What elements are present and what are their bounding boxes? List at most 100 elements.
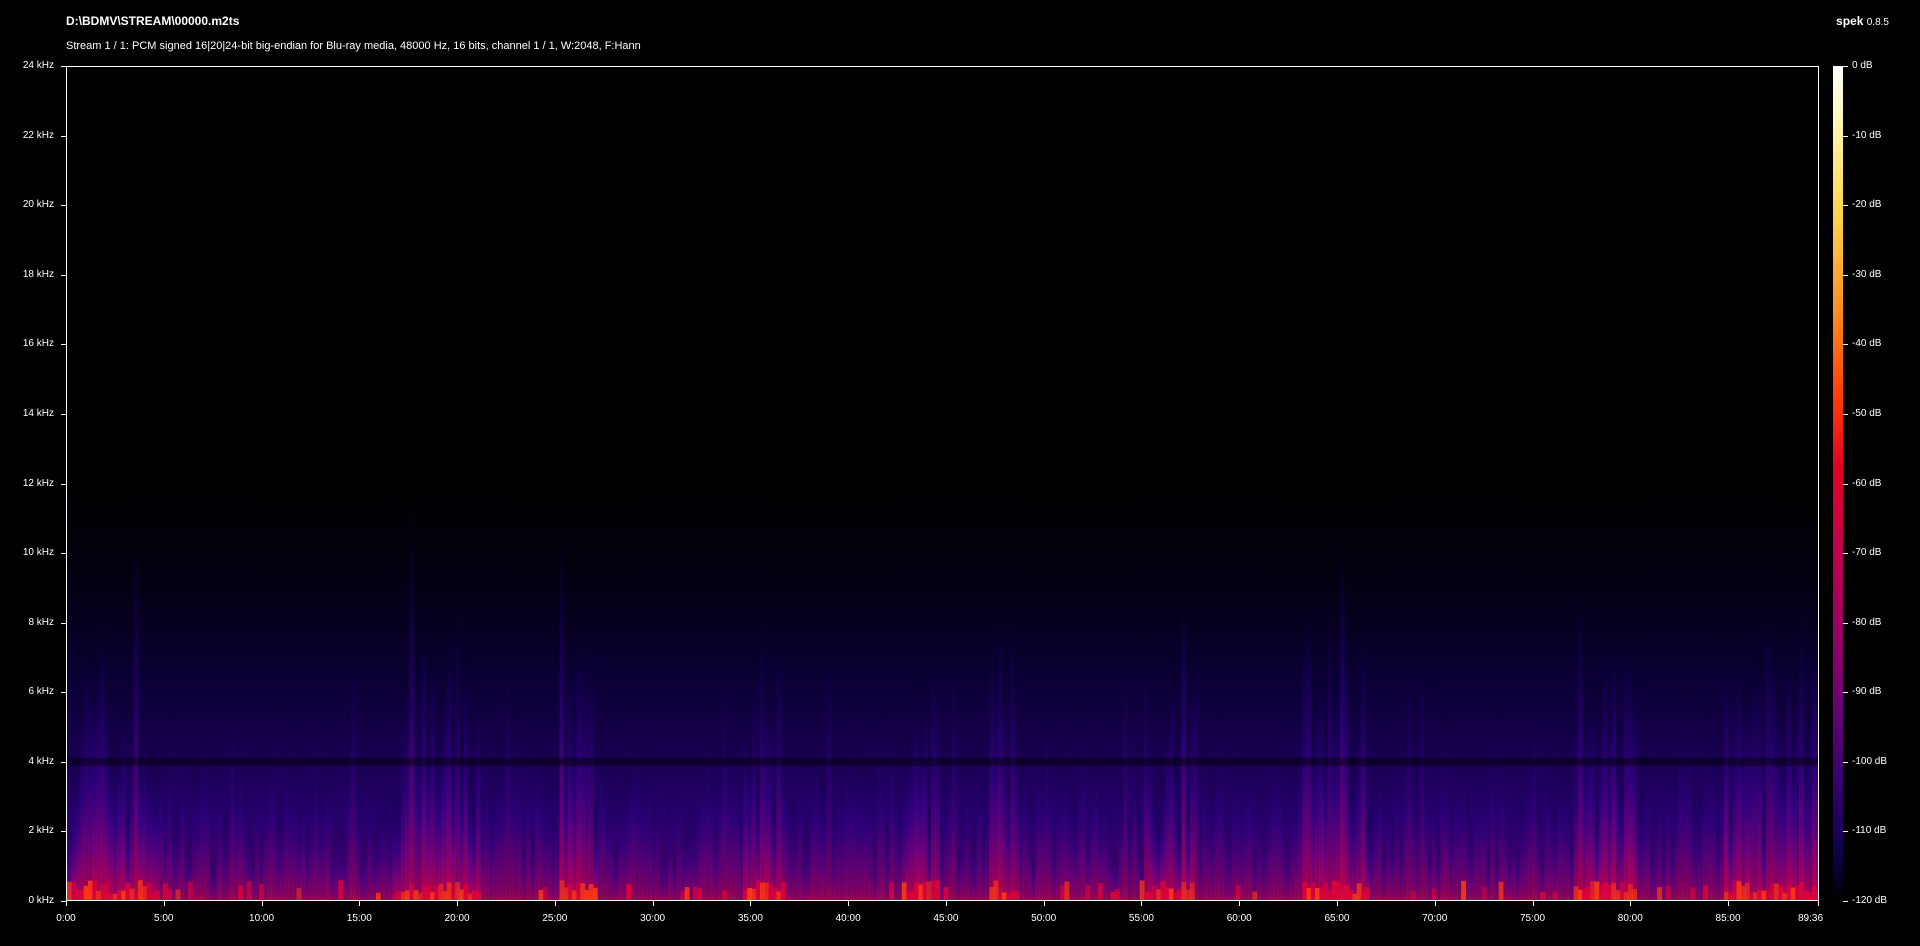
- spectrogram-lowfreq-hot: [943, 887, 949, 900]
- spectrogram-lowfreq-hot: [1724, 892, 1729, 900]
- y-tick-label: 10 kHz: [22, 547, 54, 559]
- spectrogram-column: [100, 594, 106, 900]
- spectrogram-lowfreq-hot: [926, 881, 932, 900]
- x-tick-label: 89:36: [1797, 913, 1824, 924]
- spectrogram-column: [488, 782, 494, 900]
- spectrogram-column: [400, 674, 406, 900]
- spectrogram-lowfreq-hot: [1143, 892, 1149, 900]
- spectrogram-column: [1640, 773, 1646, 900]
- colorbar-tick-label: -60 dB: [1852, 477, 1882, 489]
- spectrogram-column: [1557, 742, 1562, 900]
- spectrogram-column: [534, 705, 540, 900]
- spectrogram-column: [1006, 771, 1011, 900]
- spectrogram-plot[interactable]: [66, 66, 1819, 901]
- spectrogram-column: [1565, 767, 1571, 900]
- spectrogram-lowfreq-hot: [1732, 880, 1738, 900]
- x-tick-mark: [457, 901, 458, 906]
- spectrogram-column: [609, 775, 615, 900]
- spectrogram-lowfreq-hot: [154, 890, 160, 900]
- spectrogram-column: [154, 759, 160, 900]
- spectrogram-column: [1477, 747, 1483, 900]
- spectrogram-column: [597, 717, 602, 900]
- spectrogram-lowfreq-hot: [1753, 892, 1758, 900]
- spectrogram-lowfreq-hot: [1619, 882, 1625, 900]
- spectrogram-column: [346, 711, 352, 900]
- spectrogram-lowfreq-hot: [1235, 885, 1241, 900]
- spectrogram-column: [334, 817, 339, 900]
- y-tick-label: 4 kHz: [28, 755, 54, 767]
- spectrogram-column: [288, 755, 293, 900]
- spectrogram-column: [935, 656, 940, 900]
- spectrogram-lowfreq-hot: [163, 883, 168, 900]
- spectrogram-lowfreq-hot: [1552, 891, 1558, 900]
- x-tick-label: 15:00: [346, 913, 372, 924]
- x-tick-mark: [1435, 901, 1436, 906]
- spectrogram-notch-band: [67, 757, 1818, 766]
- spectrogram-column: [108, 726, 114, 900]
- spectrogram-column: [868, 753, 874, 900]
- x-tick-label: 40:00: [835, 913, 861, 924]
- spectrogram-column: [221, 812, 227, 900]
- spectrogram-column: [513, 713, 519, 900]
- spectrogram-column: [705, 702, 711, 900]
- spectrogram-lowfreq-hot: [572, 890, 577, 900]
- spectrogram-lowfreq-hot: [1778, 885, 1784, 900]
- spectrogram-lowfreq-hot: [1736, 881, 1742, 900]
- spectrogram-lowfreq-hot: [129, 888, 135, 900]
- colorbar-tick-mark: [1843, 414, 1848, 415]
- spectrogram-column: [200, 715, 206, 900]
- spectrogram-column: [1306, 567, 1312, 900]
- spectrogram-lowfreq-hot: [125, 882, 131, 900]
- spectrogram-column: [655, 752, 661, 900]
- x-tick-label: 60:00: [1226, 913, 1252, 924]
- spectrogram-lowfreq-hot: [100, 884, 106, 900]
- colorbar-tick-mark: [1843, 136, 1848, 137]
- spectrogram-column: [1302, 589, 1308, 900]
- spectrogram-lowfreq-hot: [108, 893, 114, 900]
- spectrogram-column: [918, 704, 924, 900]
- spectrogram-column: [538, 731, 544, 900]
- spectrogram-column: [960, 806, 965, 900]
- spectrogram-column: [1490, 700, 1496, 900]
- spectrogram-lowfreq-hot: [446, 882, 452, 900]
- spectrogram-column: [576, 608, 581, 900]
- spectrogram-lowfreq-hot: [1594, 881, 1600, 900]
- spectrogram-column: [1373, 770, 1379, 900]
- spectrogram-column: [104, 677, 110, 900]
- spectrogram-column: [818, 754, 824, 900]
- spectrogram-column: [872, 844, 878, 900]
- spectrogram-column: [826, 599, 832, 900]
- x-tick-mark: [262, 901, 263, 906]
- spectrogram-lowfreq-hot: [567, 884, 573, 900]
- spectrogram-lowfreq-hot: [588, 884, 594, 900]
- spectrogram-column: [1281, 791, 1287, 900]
- spectrogram-column: [1536, 795, 1541, 900]
- spectrogram-column: [1744, 675, 1750, 900]
- spectrogram-column: [822, 761, 828, 900]
- spectrogram-column: [1644, 728, 1650, 900]
- spectrogram-column: [1123, 610, 1128, 900]
- spectrogram-column: [271, 705, 277, 900]
- spectrogram-lowfreq-hot: [1306, 888, 1312, 900]
- spectrogram-column: [1298, 703, 1304, 900]
- spectrogram-column: [467, 765, 473, 900]
- spectrogram-column: [1035, 714, 1041, 900]
- spectrogram-column: [1461, 716, 1466, 900]
- spectrogram-lowfreq-hot: [697, 888, 702, 900]
- spectrogram-column: [421, 594, 427, 900]
- x-tick-mark: [653, 901, 654, 906]
- spectrogram-column: [409, 477, 415, 900]
- x-tick-label: 80:00: [1617, 913, 1643, 924]
- spectrogram-lowfreq-hot: [1014, 891, 1020, 900]
- spectrogram-column: [964, 742, 970, 900]
- spectrogram-column: [739, 763, 744, 900]
- spectrogram-column: [1586, 680, 1592, 900]
- spectrogram-lowfreq-hot: [918, 884, 924, 900]
- spectrogram-column: [1623, 608, 1629, 900]
- spectrogram-column: [309, 773, 314, 900]
- spectrogram-lowfreq-hot: [112, 894, 118, 900]
- spectrogram-column: [864, 746, 869, 900]
- spectrogram-column: [1323, 711, 1329, 900]
- spectrogram-column: [1465, 792, 1470, 900]
- spectrogram-column: [521, 830, 527, 900]
